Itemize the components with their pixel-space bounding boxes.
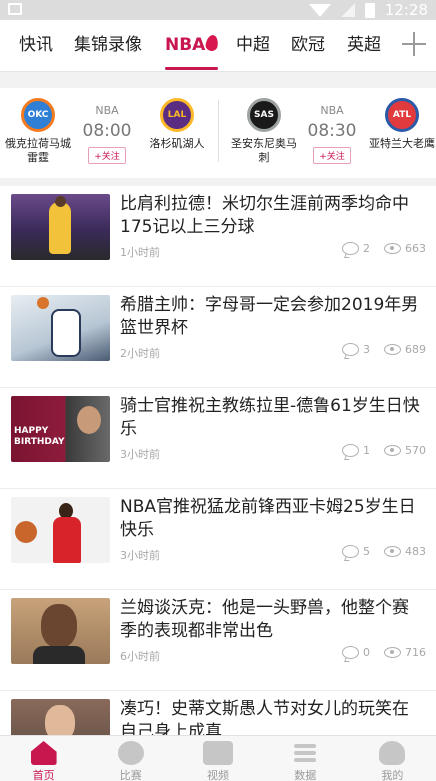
view-count: 483 — [405, 545, 426, 558]
news-thumbnail — [11, 497, 110, 563]
tab-kuaixun[interactable]: 快讯 — [19, 20, 53, 72]
comment-count: 3 — [363, 343, 370, 356]
comment-count: 2 — [363, 242, 370, 255]
eye-icon — [384, 243, 401, 254]
thumb-caption: HAPPY BIRTHDAY — [14, 426, 65, 447]
team-lal[interactable]: LAL 洛杉矶湖人 — [139, 88, 215, 151]
news-item[interactable]: 兰姆谈沃克：他是一头野兽，他整个赛季的表现都非常出色 6小时前 0 716 — [0, 590, 436, 691]
eye-icon — [384, 647, 401, 658]
tab-ucl[interactable]: 欧冠 — [291, 20, 325, 72]
view-count: 716 — [405, 646, 426, 659]
news-time: 2小时前 — [120, 347, 160, 360]
news-thumbnail — [11, 598, 110, 664]
news-time: 1小时前 — [120, 246, 160, 259]
follow-button[interactable]: +关注 — [313, 147, 351, 164]
match-league: NBA — [95, 104, 119, 117]
comment-icon — [342, 545, 359, 558]
news-title: NBA官推祝猛龙前锋西亚卡姆25岁生日快乐 — [120, 497, 416, 540]
news-time: 3小时前 — [120, 549, 160, 562]
match-info: NBA 08:00 +关注 — [77, 88, 137, 164]
tab-epl[interactable]: 英超 — [347, 20, 381, 72]
comment-icon — [342, 343, 359, 356]
comment-icon — [342, 646, 359, 659]
me-icon — [379, 741, 406, 765]
okc-logo-icon: OKC — [21, 98, 55, 132]
news-thumbnail — [11, 295, 110, 361]
signal-icon — [340, 3, 355, 17]
fire-icon — [205, 34, 220, 52]
comment-icon — [342, 444, 359, 457]
match-time: 08:00 — [82, 121, 132, 141]
news-time: 3小时前 — [120, 448, 160, 461]
eye-icon — [384, 546, 401, 557]
battery-icon — [364, 2, 375, 18]
eye-icon — [384, 344, 401, 355]
match-time: 08:30 — [307, 121, 357, 141]
news-title: 比肩利拉德！米切尔生涯前两季均命中175记以上三分球 — [120, 194, 409, 237]
add-channel-icon[interactable] — [402, 32, 426, 56]
news-title: 希腊主帅：字母哥一定会参加2019年男篮世界杯 — [120, 295, 419, 338]
team-name: 亚特兰大老鹰 — [369, 137, 435, 150]
news-item[interactable]: 比肩利拉德！米切尔生涯前两季均命中175记以上三分球 1小时前 2 663 — [0, 186, 436, 287]
news-thumbnail: HAPPY BIRTHDAY — [11, 396, 110, 462]
match-league: NBA — [320, 104, 344, 117]
news-title: 兰姆谈沃克：他是一头野兽，他整个赛季的表现都非常出色 — [120, 598, 409, 641]
video-icon — [203, 741, 233, 765]
news-title: 骑士官推祝主教练拉里-德鲁61岁生日快乐 — [120, 396, 420, 439]
view-count: 663 — [405, 242, 426, 255]
match-info: NBA 08:30 +关注 — [302, 88, 362, 164]
category-tabs: 快讯 集锦录像 NBA 中超 欧冠 英超 — [0, 20, 436, 72]
status-bar: 12:28 — [0, 0, 436, 20]
bottom-nav: 首页 比赛 视频 数据 我的 — [0, 735, 436, 781]
clock: 12:28 — [384, 1, 428, 19]
nav-home[interactable]: 首页 — [0, 736, 87, 781]
lal-logo-icon: LAL — [160, 98, 194, 132]
tab-csl[interactable]: 中超 — [236, 20, 270, 72]
active-tab-indicator — [165, 67, 219, 70]
news-thumbnail — [11, 194, 110, 260]
divider — [218, 100, 219, 162]
nav-matches[interactable]: 比赛 — [87, 736, 174, 781]
image-icon — [8, 3, 22, 15]
team-name: 圣安东尼奥马刺 — [231, 137, 297, 164]
comment-count: 0 — [363, 646, 370, 659]
team-name: 俄克拉荷马城雷霆 — [5, 137, 71, 164]
news-item[interactable]: NBA官推祝猛龙前锋西亚卡姆25岁生日快乐 3小时前 5 483 — [0, 489, 436, 590]
team-okc[interactable]: OKC 俄克拉荷马城雷霆 — [0, 88, 76, 165]
news-time: 6小时前 — [120, 650, 160, 663]
follow-button[interactable]: +关注 — [88, 147, 126, 164]
comment-count: 1 — [363, 444, 370, 457]
match-strip[interactable]: OKC 俄克拉荷马城雷霆 NBA 08:00 +关注 LAL 洛杉矶湖人 SAS… — [0, 88, 436, 178]
eye-icon — [384, 445, 401, 456]
atl-logo-icon: ATL — [385, 98, 419, 132]
nav-video[interactable]: 视频 — [174, 736, 261, 781]
nav-data[interactable]: 数据 — [262, 736, 349, 781]
team-name: 洛杉矶湖人 — [149, 137, 205, 150]
tab-highlights[interactable]: 集锦录像 — [74, 20, 142, 72]
wifi-icon — [308, 3, 331, 17]
news-item[interactable]: 希腊主帅：字母哥一定会参加2019年男篮世界杯 2小时前 3 689 — [0, 287, 436, 388]
tab-nba[interactable]: NBA — [165, 20, 220, 72]
match-icon — [117, 741, 144, 765]
view-count: 689 — [405, 343, 426, 356]
comment-count: 5 — [363, 545, 370, 558]
comment-icon — [342, 242, 359, 255]
data-icon — [292, 741, 318, 765]
view-count: 570 — [405, 444, 426, 457]
team-atl[interactable]: ATL 亚特兰大老鹰 — [364, 88, 436, 151]
team-sas[interactable]: SAS 圣安东尼奥马刺 — [226, 88, 302, 165]
news-item[interactable]: HAPPY BIRTHDAY 骑士官推祝主教练拉里-德鲁61岁生日快乐 3小时前… — [0, 388, 436, 489]
home-icon — [30, 741, 57, 765]
sas-logo-icon: SAS — [247, 98, 281, 132]
nav-me[interactable]: 我的 — [349, 736, 436, 781]
